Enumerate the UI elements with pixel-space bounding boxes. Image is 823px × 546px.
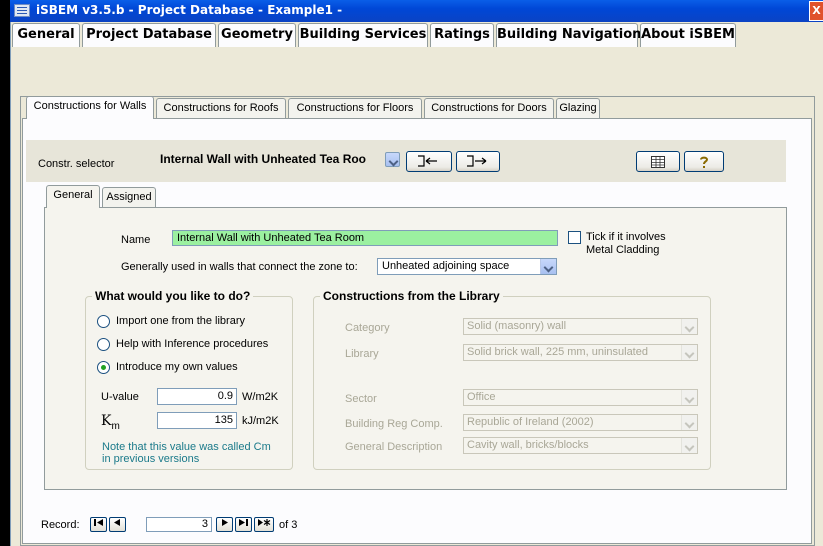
tab-project-database[interactable]: Project Database — [82, 23, 216, 47]
previous-construction-button[interactable] — [406, 151, 452, 172]
u-value-unit: W/m2K — [242, 391, 279, 403]
name-label: Name — [121, 234, 151, 246]
next-record-icon — [222, 519, 228, 526]
chevron-down-icon[interactable] — [540, 259, 556, 274]
connect-zone-select[interactable]: Unheated adjoining space — [377, 258, 557, 275]
tab-about-isbem[interactable]: About iSBEM — [640, 23, 736, 47]
chevron-down-icon[interactable] — [681, 438, 697, 453]
record-number-value: 3 — [201, 518, 208, 530]
help-button[interactable] — [684, 151, 724, 172]
name-input-value: Internal Wall with Unheated Tea Room — [177, 232, 365, 244]
connect-zone-label: Generally used in walls that connect the… — [121, 261, 358, 273]
record-number-input[interactable]: 3 — [146, 517, 212, 532]
library-value: Solid brick wall, 225 mm, uninsulated — [467, 346, 648, 358]
window-title: iSBEM v3.5.b - Project Database - Exampl… — [36, 3, 343, 17]
library-group-title: Constructions from the Library — [320, 289, 503, 303]
connect-zone-value: Unheated adjoining space — [382, 260, 510, 272]
question-mark-icon — [700, 156, 709, 168]
own-values-radio[interactable] — [97, 361, 110, 374]
tab-geometry[interactable]: Geometry — [218, 23, 296, 47]
record-label: Record: — [41, 519, 80, 531]
tab-ratings[interactable]: Ratings — [430, 23, 494, 47]
km-note-line-1: Note that this value was called Cm — [102, 441, 271, 453]
km-input[interactable]: 135 — [157, 412, 237, 429]
tab-general[interactable]: General — [12, 23, 80, 47]
table-icon — [651, 156, 665, 168]
import-library-radio[interactable] — [97, 315, 110, 328]
general-description-value: Cavity wall, bricks/blocks — [467, 439, 589, 451]
u-value-input[interactable]: 0.9 — [157, 388, 237, 405]
app-icon — [14, 4, 30, 17]
import-library-label: Import one from the library — [116, 315, 245, 327]
building-regs-label: Building Reg Comp. — [345, 418, 443, 430]
category-value: Solid (masonry) wall — [467, 320, 567, 332]
tab-constructions-walls[interactable]: Constructions for Walls — [26, 96, 154, 119]
constr-selector-combo[interactable]: Internal Wall with Unheated Tea Roo — [158, 151, 400, 169]
close-button[interactable]: X — [809, 1, 823, 21]
table-view-button[interactable] — [636, 151, 680, 172]
sector-value: Office — [467, 391, 496, 403]
km-unit: kJ/m2K — [242, 415, 279, 427]
options-group-title: What would you like to do? — [92, 289, 254, 303]
km-label: Km — [101, 413, 120, 432]
previous-record-button[interactable] — [109, 517, 126, 532]
tab-general-details[interactable]: General — [46, 185, 100, 208]
next-record-button[interactable] — [216, 517, 233, 532]
inference-label: Help with Inference procedures — [116, 338, 269, 350]
sector-select[interactable]: Office — [463, 389, 698, 406]
building-regs-value: Republic of Ireland (2002) — [467, 416, 594, 428]
metal-cladding-label-2: Metal Cladding — [586, 244, 660, 256]
library-label: Library — [345, 348, 379, 360]
jump-forward-icon — [467, 155, 487, 167]
chevron-down-icon[interactable] — [385, 152, 400, 167]
tab-constructions-floors[interactable]: Constructions for Floors — [288, 98, 422, 118]
chevron-down-icon[interactable] — [681, 319, 697, 334]
general-description-select[interactable]: Cavity wall, bricks/blocks — [463, 437, 698, 454]
next-construction-button[interactable] — [456, 151, 500, 172]
km-value: 135 — [214, 414, 233, 426]
metal-cladding-label-1: Tick if it involves — [586, 231, 666, 243]
tab-building-services[interactable]: Building Services — [298, 23, 428, 47]
sector-label: Sector — [345, 393, 377, 405]
constr-selector-label: Constr. selector — [38, 158, 115, 170]
chevron-down-icon[interactable] — [681, 390, 697, 405]
u-value-value: 0.9 — [217, 390, 233, 402]
metal-cladding-checkbox[interactable] — [568, 231, 581, 244]
tab-constructions-roofs[interactable]: Constructions for Roofs — [156, 98, 286, 118]
tab-constructions-doors[interactable]: Constructions for Doors — [424, 98, 554, 118]
tab-glazing[interactable]: Glazing — [556, 98, 600, 118]
title-bar: iSBEM v3.5.b - Project Database - Exampl… — [10, 0, 823, 22]
u-value-label: U-value — [101, 391, 139, 403]
constr-selector-value: Internal Wall with Unheated Tea Roo — [160, 152, 367, 166]
last-record-icon — [239, 519, 248, 526]
first-record-button[interactable] — [90, 517, 107, 532]
library-select[interactable]: Solid brick wall, 225 mm, uninsulated — [463, 344, 698, 361]
own-values-label: Introduce my own values — [116, 361, 238, 373]
new-record-icon — [257, 519, 270, 526]
previous-record-icon — [114, 519, 120, 526]
building-regs-select[interactable]: Republic of Ireland (2002) — [463, 414, 698, 431]
last-record-button[interactable] — [235, 517, 252, 532]
category-select[interactable]: Solid (masonry) wall — [463, 318, 698, 335]
jump-back-icon — [418, 155, 437, 167]
tab-building-navigation[interactable]: Building Navigation — [496, 23, 641, 47]
chevron-down-icon[interactable] — [681, 415, 697, 430]
name-input[interactable]: Internal Wall with Unheated Tea Room — [172, 230, 558, 246]
km-note-line-2: in previous versions — [102, 453, 200, 465]
new-record-button[interactable] — [254, 517, 274, 532]
record-count: of 3 — [279, 519, 298, 531]
general-description-label: General Description — [345, 441, 443, 453]
first-record-icon — [94, 519, 103, 526]
chevron-down-icon[interactable] — [681, 345, 697, 360]
tab-assigned[interactable]: Assigned — [102, 187, 156, 207]
inference-radio[interactable] — [97, 338, 110, 351]
category-label: Category — [345, 322, 390, 334]
